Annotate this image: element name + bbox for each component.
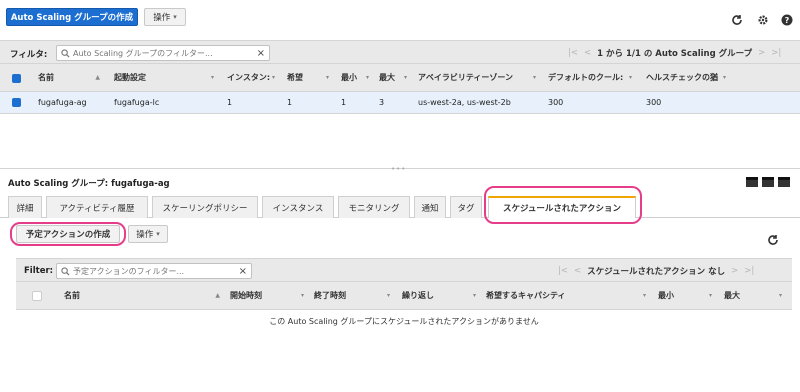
prev-page-icon[interactable]: < — [584, 48, 591, 58]
cell-availability-zones: us-west-2a, us-west-2b — [418, 98, 511, 107]
column-header-health-check-grace[interactable]: ヘルスチェックの猶 ▾ — [646, 64, 730, 91]
tab-notifications[interactable]: 通知 — [414, 196, 446, 218]
column-header-start-time[interactable]: 開始時刻 ▾ — [230, 282, 308, 309]
asg-pagination: |< < 1 から 1/1 の Auto Scaling グループ > >| — [568, 47, 781, 59]
tab-scaling-policies[interactable]: スケーリングポリシー — [152, 196, 258, 218]
svg-text:?: ? — [785, 16, 790, 25]
empty-state-message: この Auto Scaling グループにスケジュールされたアクションがありませ… — [269, 317, 539, 326]
first-page-icon[interactable]: |< — [568, 48, 578, 58]
filter-label: フィルタ: — [10, 50, 48, 60]
select-all-checkbox[interactable] — [12, 74, 21, 83]
splitter-handle-icon[interactable]: ••• — [391, 165, 406, 173]
prev-page-icon[interactable]: < — [574, 266, 581, 276]
tab-highlight-annotation — [484, 186, 642, 224]
cell-instances: 1 — [227, 98, 233, 107]
cell-desired: 1 — [287, 98, 293, 107]
actions-button[interactable]: 操作 ▾ — [144, 8, 186, 26]
layout-switcher — [746, 177, 790, 187]
column-header-default-cooldown[interactable]: デフォルトのクール: ▾ — [548, 64, 636, 91]
layout-bottom-icon[interactable] — [746, 177, 758, 187]
scheduled-actions-button[interactable]: 操作 ▾ — [128, 225, 168, 243]
button-highlight-annotation — [10, 222, 126, 246]
scheduled-search-input[interactable] — [70, 266, 239, 276]
column-header-recurrence[interactable]: 繰り返し ▾ — [402, 282, 480, 309]
clear-icon[interactable]: × — [257, 48, 265, 59]
layout-top-icon[interactable] — [778, 177, 790, 187]
scheduled-actions-label: 操作 — [136, 230, 154, 240]
search-icon — [61, 266, 70, 276]
scheduled-filter-bar: Filter: × |< < スケジュールされたアクション なし > >| — [16, 258, 792, 282]
cell-max: 3 — [379, 98, 385, 107]
cell-health-check-grace: 300 — [646, 98, 662, 107]
column-header-launch-config[interactable]: 起動設定 ▾ — [114, 64, 218, 91]
chevron-down-icon: ▾ — [173, 13, 177, 21]
column-header-desired-capacity[interactable]: 希望するキャパシティ ▾ — [486, 282, 650, 309]
chevron-down-icon: ▾ — [156, 230, 160, 238]
details-tabs: 詳細 アクティビティ履歴 スケーリングポリシー インスタンス モニタリング 通知… — [0, 196, 800, 218]
cell-min: 1 — [341, 98, 347, 107]
next-page-icon[interactable]: > — [758, 48, 765, 58]
select-all-checkbox[interactable] — [32, 291, 42, 301]
cell-default-cooldown: 300 — [548, 98, 564, 107]
tab-instances[interactable]: インスタンス — [262, 196, 334, 218]
column-header-max[interactable]: 最大 ▾ — [724, 282, 786, 309]
refresh-icon[interactable] — [730, 13, 744, 27]
asg-filter-bar: フィルタ: × |< < 1 から 1/1 の Auto Scaling グルー… — [0, 40, 800, 64]
last-page-icon[interactable]: >| — [744, 266, 754, 276]
details-title: Auto Scaling グループ: fugafuga-ag — [8, 179, 170, 189]
tab-monitoring[interactable]: モニタリング — [338, 196, 410, 218]
column-header-name[interactable]: 名前 ▲ — [64, 282, 224, 309]
table-row[interactable]: fugafuga-ag fugafuga-lc 1 1 1 3 us-west-… — [0, 92, 800, 114]
column-header-instances[interactable]: インスタン: ▾ — [227, 64, 279, 91]
column-header-name[interactable]: 名前 ▲ — [38, 64, 104, 91]
tab-tags[interactable]: タグ — [450, 196, 482, 218]
column-header-end-time[interactable]: 終了時刻 ▾ — [314, 282, 394, 309]
filter-label: Filter: — [24, 266, 54, 276]
cell-name: fugafuga-ag — [38, 98, 87, 107]
column-header-min[interactable]: 最小 ▾ — [658, 282, 716, 309]
gear-icon[interactable] — [756, 13, 770, 27]
first-page-icon[interactable]: |< — [558, 266, 568, 276]
cell-launch-config: fugafuga-lc — [114, 98, 160, 107]
scheduled-pagination-text: スケジュールされたアクション なし — [587, 267, 726, 277]
asg-table-header: 名前 ▲ 起動設定 ▾ インスタン: ▾ 希望 ▾ 最小 ▾ 最大 ▾ アベイラビリティーゾ… — [0, 64, 800, 92]
asg-pagination-text: 1 から 1/1 の Auto Scaling グループ — [597, 49, 753, 59]
scheduled-pagination: |< < スケジュールされたアクション なし > >| — [558, 265, 754, 277]
column-header-min[interactable]: 最小 ▾ — [341, 64, 373, 91]
clear-icon[interactable]: × — [239, 266, 247, 277]
refresh-icon[interactable] — [766, 233, 780, 247]
next-page-icon[interactable]: > — [731, 266, 738, 276]
last-page-icon[interactable]: >| — [771, 48, 781, 58]
scheduled-table-header: 名前 ▲ 開始時刻 ▾ 終了時刻 ▾ 繰り返し ▾ 希望するキャパシティ ▾ 最小 ▾ 最大… — [16, 282, 792, 310]
asg-search-field[interactable]: × — [56, 45, 270, 61]
scheduled-search-field[interactable]: × — [56, 263, 252, 279]
help-icon[interactable]: ? — [780, 13, 794, 27]
row-checkbox[interactable] — [12, 98, 21, 107]
search-icon — [61, 48, 70, 58]
column-header-desired[interactable]: 希望 ▾ — [287, 64, 333, 91]
tab-details[interactable]: 詳細 — [8, 196, 42, 218]
column-header-max[interactable]: 最大 ▾ — [379, 64, 411, 91]
create-asg-button[interactable]: Auto Scaling グループの作成 — [6, 8, 138, 26]
layout-split-icon[interactable] — [762, 177, 774, 187]
actions-label: 操作 — [153, 13, 171, 23]
column-header-availability-zones[interactable]: アベイラビリティーゾーン ▾ — [418, 64, 540, 91]
tab-activity-history[interactable]: アクティビティ履歴 — [46, 196, 148, 218]
asg-search-input[interactable] — [70, 48, 257, 58]
